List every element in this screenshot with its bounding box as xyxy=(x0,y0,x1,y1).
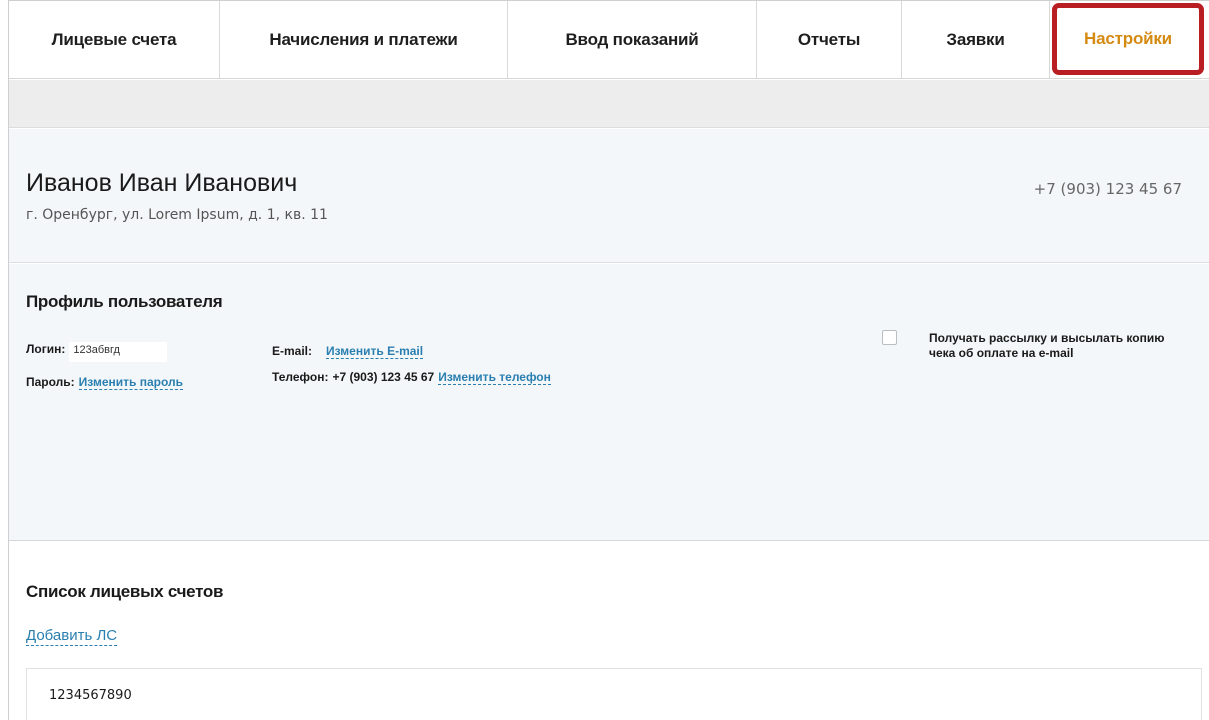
accounts-section: Список лицевых счетов Добавить ЛС 123456… xyxy=(9,542,1209,720)
profile-section-title: Профиль пользователя xyxy=(26,292,223,311)
main-nav: Лицевые счета Начисления и платежи Ввод … xyxy=(9,1,1209,79)
add-account-link[interactable]: Добавить ЛС xyxy=(26,627,118,646)
login-field: Логин: 123абвгд xyxy=(26,342,168,362)
user-header: Иванов Иван Иванович г. Оренбург, ул. Lo… xyxy=(9,129,1209,263)
tab-requests[interactable]: Заявки xyxy=(902,1,1050,79)
login-label: Логин: xyxy=(26,342,66,356)
password-label: Пароль: xyxy=(26,375,75,389)
list-item[interactable]: 1234567890 xyxy=(26,668,1202,720)
email-field: E-mail: Изменить E-mail xyxy=(272,344,424,359)
login-input[interactable]: 123абвгд xyxy=(69,342,168,362)
newsletter-checkbox[interactable] xyxy=(882,330,897,345)
toolbar-band xyxy=(9,80,1209,128)
change-email-link[interactable]: Изменить E-mail xyxy=(326,344,424,359)
page-frame: Лицевые счета Начисления и платежи Ввод … xyxy=(8,0,1209,720)
change-phone-link[interactable]: Изменить телефон xyxy=(438,370,551,385)
tab-settings[interactable]: Настройки xyxy=(1052,3,1204,75)
phone-field: Телефон: +7 (903) 123 45 67 Изменить тел… xyxy=(272,370,551,385)
email-label: E-mail: xyxy=(272,344,313,358)
account-number: 1234567890 xyxy=(49,687,132,703)
tab-meter-readings[interactable]: Ввод показаний xyxy=(508,1,757,79)
phone-label: Телефон: xyxy=(272,370,329,384)
tab-charges-payments[interactable]: Начисления и платежи xyxy=(220,1,508,79)
accounts-section-title: Список лицевых счетов xyxy=(26,582,224,601)
newsletter-label: Получать рассылку и высылать копию чека … xyxy=(929,331,1165,360)
user-profile-section: Профиль пользователя Логин: 123абвгд Пар… xyxy=(9,264,1209,541)
tab-personal-accounts[interactable]: Лицевые счета xyxy=(9,1,220,79)
user-phone: +7 (903) 123 45 67 xyxy=(1033,180,1182,198)
change-password-link[interactable]: Изменить пароль xyxy=(78,375,183,390)
user-name: Иванов Иван Иванович xyxy=(26,169,298,197)
user-address: г. Оренбург, ул. Lorem Ipsum, д. 1, кв. … xyxy=(26,207,328,223)
password-field: Пароль: Изменить пароль xyxy=(26,375,183,390)
phone-value: +7 (903) 123 45 67 xyxy=(332,370,435,384)
tab-reports[interactable]: Отчеты xyxy=(757,1,902,79)
